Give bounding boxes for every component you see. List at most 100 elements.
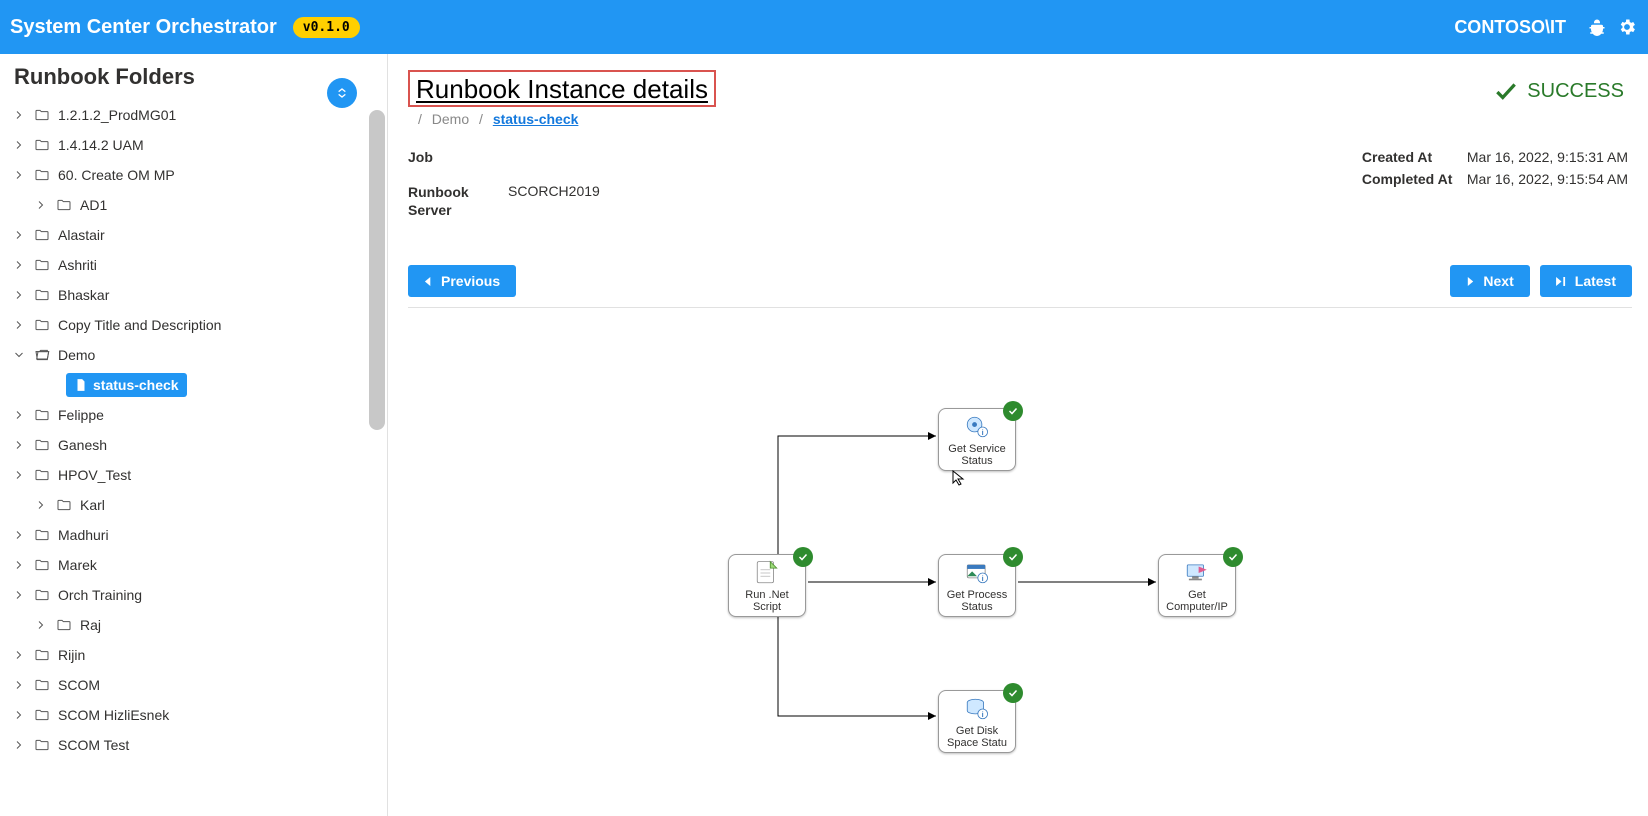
folder-icon bbox=[34, 737, 50, 753]
folder-icon bbox=[34, 707, 50, 723]
bug-icon[interactable] bbox=[1586, 16, 1608, 38]
next-button[interactable]: Next bbox=[1450, 265, 1529, 297]
sidebar-file-item[interactable]: status-check bbox=[6, 370, 381, 400]
svg-text:i: i bbox=[982, 429, 984, 438]
chevron-right-icon[interactable] bbox=[12, 439, 26, 451]
sidebar-title: Runbook Folders bbox=[14, 64, 373, 90]
sidebar-folder-item[interactable]: Rijin bbox=[6, 640, 381, 670]
chevron-down-icon[interactable] bbox=[12, 349, 26, 361]
workflow-canvas[interactable]: Run .Net Script i Get Service Status i G… bbox=[408, 318, 1632, 778]
folder-icon bbox=[34, 167, 50, 183]
chevron-right-icon[interactable] bbox=[12, 679, 26, 691]
sidebar-item-label: 1.2.1.2_ProdMG01 bbox=[58, 107, 176, 123]
sidebar-item-label: Felippe bbox=[58, 407, 104, 423]
chevron-right-icon[interactable] bbox=[12, 289, 26, 301]
sidebar-folder-item[interactable]: SCOM bbox=[6, 670, 381, 700]
breadcrumb-parent[interactable]: Demo bbox=[432, 111, 469, 127]
node-get-process-status[interactable]: i Get Process Status bbox=[938, 554, 1016, 616]
sidebar-item-label: 60. Create OM MP bbox=[58, 167, 175, 183]
node-label: Get Service Status bbox=[948, 443, 1005, 467]
node-label: Get Computer/IP bbox=[1166, 589, 1228, 613]
chevron-right-icon[interactable] bbox=[12, 469, 26, 481]
sidebar-folder-item[interactable]: Copy Title and Description bbox=[6, 310, 381, 340]
computer-icon bbox=[1181, 559, 1213, 587]
sidebar-folder-item[interactable]: Alastair bbox=[6, 220, 381, 250]
breadcrumb-current[interactable]: status-check bbox=[493, 111, 579, 127]
sidebar-folder-item[interactable]: SCOM HizliEsnek bbox=[6, 700, 381, 730]
workflow-connectors bbox=[408, 318, 1632, 778]
folder-icon bbox=[34, 437, 50, 453]
chevron-right-icon[interactable] bbox=[12, 229, 26, 241]
folder-icon bbox=[34, 227, 50, 243]
sidebar-folder-item[interactable]: AD1 bbox=[6, 190, 381, 220]
chevron-right-icon[interactable] bbox=[34, 199, 48, 211]
job-label: Job bbox=[408, 149, 508, 165]
node-get-disk-space[interactable]: i Get Disk Space Statu bbox=[938, 690, 1016, 752]
sidebar-folder-item[interactable]: 1.2.1.2_ProdMG01 bbox=[6, 100, 381, 130]
folder-icon bbox=[34, 527, 50, 543]
folder-icon bbox=[34, 257, 50, 273]
sidebar-folder-item[interactable]: Bhaskar bbox=[6, 280, 381, 310]
sidebar-folder-item[interactable]: HPOV_Test bbox=[6, 460, 381, 490]
created-at-label: Created At bbox=[1362, 149, 1467, 165]
previous-button[interactable]: Previous bbox=[408, 265, 516, 297]
chevron-right-icon[interactable] bbox=[12, 109, 26, 121]
sidebar-folder-item[interactable]: Ashriti bbox=[6, 250, 381, 280]
node-label: Get Process Status bbox=[947, 589, 1008, 613]
sidebar-folder-item[interactable]: Ganesh bbox=[6, 430, 381, 460]
node-get-service-status[interactable]: i Get Service Status bbox=[938, 408, 1016, 470]
sidebar-folder-item[interactable]: Marek bbox=[6, 550, 381, 580]
chevron-right-icon[interactable] bbox=[12, 139, 26, 151]
latest-button-label: Latest bbox=[1575, 273, 1616, 289]
status-badge: SUCCESS bbox=[1493, 78, 1624, 104]
chevron-right-icon[interactable] bbox=[12, 319, 26, 331]
node-label: Get Disk Space Statu bbox=[947, 725, 1007, 749]
disk-icon: i bbox=[961, 695, 993, 723]
gear-info-icon: i bbox=[961, 413, 993, 441]
sidebar-item-label: Orch Training bbox=[58, 587, 142, 603]
folder-icon bbox=[56, 197, 72, 213]
collapse-sidebar-button[interactable] bbox=[327, 78, 357, 108]
chevron-right-icon[interactable] bbox=[12, 739, 26, 751]
sidebar-item-label: Bhaskar bbox=[58, 287, 109, 303]
sidebar-folder-item[interactable]: Orch Training bbox=[6, 580, 381, 610]
file-icon bbox=[74, 378, 88, 392]
app-header: System Center Orchestrator v0.1.0 CONTOS… bbox=[0, 0, 1648, 54]
folder-icon bbox=[34, 557, 50, 573]
chevron-right-icon[interactable] bbox=[34, 499, 48, 511]
gear-icon[interactable] bbox=[1616, 16, 1638, 38]
folder-icon bbox=[56, 497, 72, 513]
sidebar-item-label: HPOV_Test bbox=[58, 467, 131, 483]
sidebar-folder-item[interactable]: Karl bbox=[6, 490, 381, 520]
sidebar-folder-item[interactable]: Raj bbox=[6, 610, 381, 640]
sidebar-folder-item[interactable]: SCOM Test bbox=[6, 730, 381, 760]
sidebar-item-label: Raj bbox=[80, 617, 101, 633]
chevron-right-icon[interactable] bbox=[12, 649, 26, 661]
chevron-right-icon[interactable] bbox=[12, 559, 26, 571]
sidebar-item-label: Marek bbox=[58, 557, 97, 573]
scrollbar-thumb[interactable] bbox=[369, 110, 385, 430]
node-run-net-script[interactable]: Run .Net Script bbox=[728, 554, 806, 616]
runbook-server-label: Runbook Server bbox=[408, 183, 508, 219]
chevron-right-icon[interactable] bbox=[12, 259, 26, 271]
chevron-right-icon[interactable] bbox=[12, 409, 26, 421]
chevron-right-icon[interactable] bbox=[34, 619, 48, 631]
sidebar-item-label: status-check bbox=[93, 377, 179, 393]
chevron-right-icon[interactable] bbox=[12, 589, 26, 601]
sidebar-folder-item[interactable]: 1.4.14.2 UAM bbox=[6, 130, 381, 160]
node-get-computer-ip[interactable]: Get Computer/IP bbox=[1158, 554, 1236, 616]
chevron-right-icon[interactable] bbox=[12, 709, 26, 721]
app-title: System Center Orchestrator bbox=[10, 16, 277, 39]
cursor-icon bbox=[952, 470, 968, 486]
folder-tree: 1.2.1.2_ProdMG01 1.4.14.2 UAM 60. Create O… bbox=[0, 96, 387, 808]
sidebar-folder-item[interactable]: Madhuri bbox=[6, 520, 381, 550]
sidebar-item-label: Karl bbox=[80, 497, 105, 513]
folder-icon bbox=[34, 317, 50, 333]
latest-button[interactable]: Latest bbox=[1540, 265, 1632, 297]
sidebar-item-label: Alastair bbox=[58, 227, 105, 243]
chevron-right-icon[interactable] bbox=[12, 169, 26, 181]
sidebar-folder-item[interactable]: Felippe bbox=[6, 400, 381, 430]
chevron-right-icon[interactable] bbox=[12, 529, 26, 541]
sidebar-folder-item[interactable]: Demo bbox=[6, 340, 381, 370]
sidebar-folder-item[interactable]: 60. Create OM MP bbox=[6, 160, 381, 190]
